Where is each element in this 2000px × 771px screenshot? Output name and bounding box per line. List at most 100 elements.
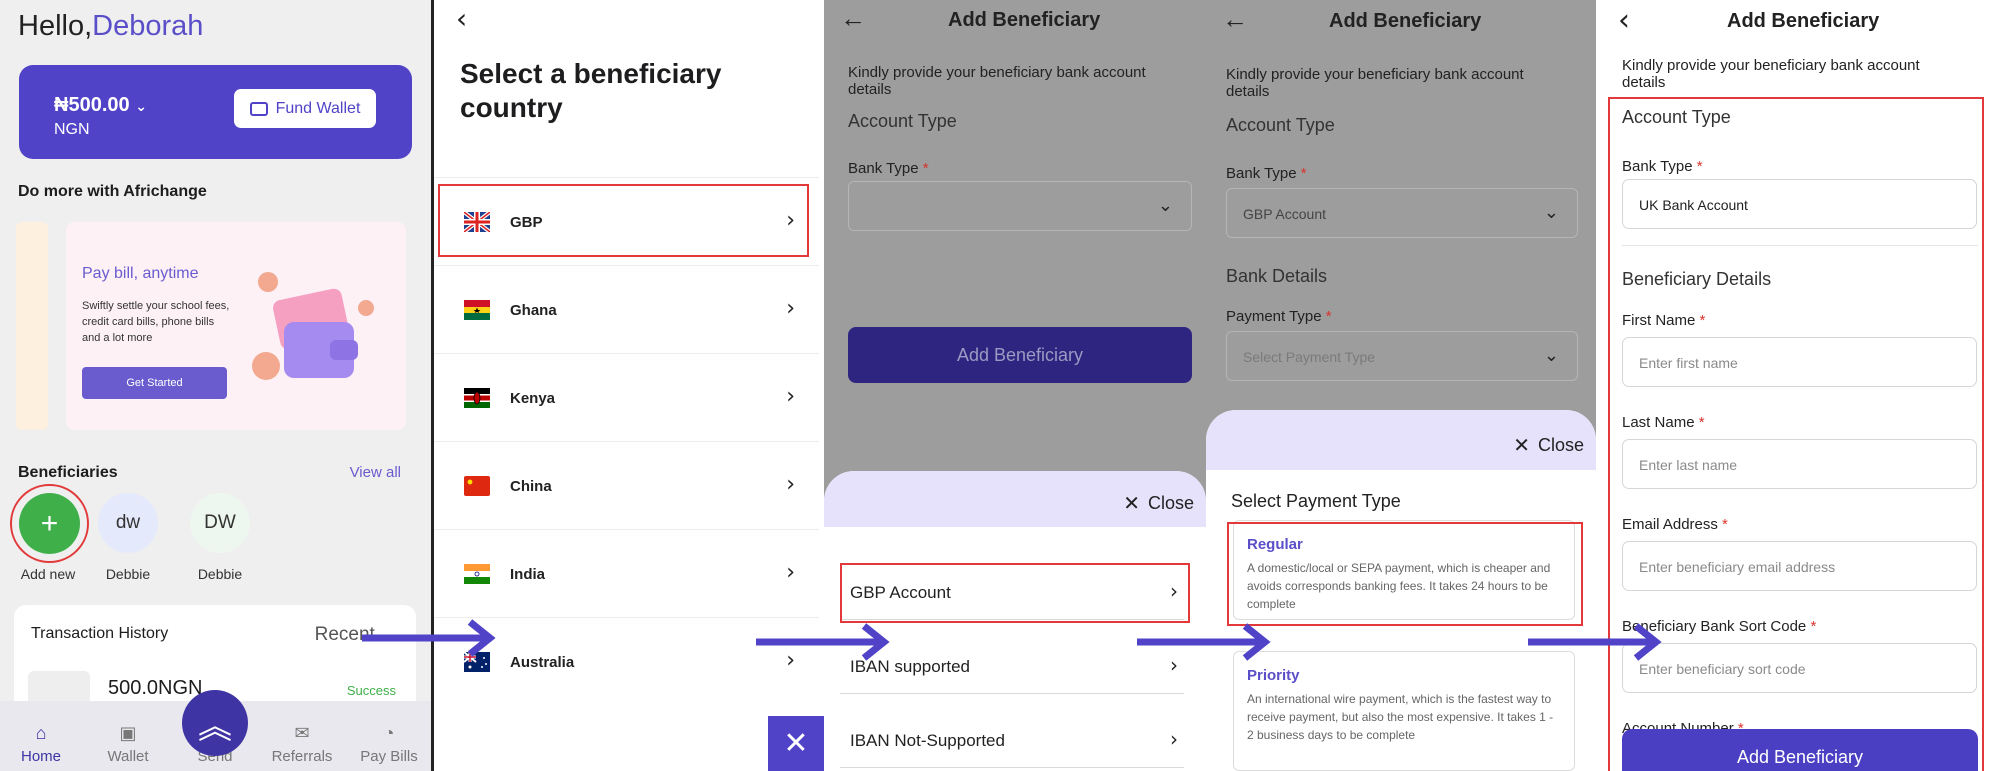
nav-pay-bills[interactable]: ◔ Pay Bills [349, 723, 429, 765]
bank-type-field[interactable]: UK Bank Account [1622, 179, 1977, 229]
country-row[interactable]: China › [434, 441, 819, 529]
chevron-right-icon: › [786, 384, 795, 409]
wallet-illustration-icon [252, 272, 374, 380]
send-button[interactable]: ︽ [182, 690, 248, 756]
page-title: Add Beneficiary [1329, 10, 1482, 32]
payment-type-select[interactable]: Select Payment Type ⌄ [1226, 331, 1578, 381]
greeting: Hello,Deborah [18, 10, 204, 42]
close-button[interactable]: ✕ Close [1123, 491, 1194, 516]
page-title: Select a beneficiary country [460, 58, 722, 123]
highlight-box [1227, 522, 1583, 626]
chevron-right-icon: › [786, 560, 795, 585]
highlight-box [840, 563, 1190, 623]
email-input[interactable]: Enter beneficiary email address [1622, 541, 1977, 591]
page-subtitle: Kindly provide your beneficiary bank acc… [1622, 57, 1920, 91]
last-name-label: Last Name * [1622, 414, 1705, 431]
country-name: India [510, 566, 546, 583]
add-beneficiary-button[interactable]: + [19, 493, 80, 554]
promo-body: Swiftly settle your school fees, credit … [82, 300, 230, 344]
add-beneficiary-button[interactable]: Add Beneficiary [848, 327, 1192, 383]
country-name: Australia [510, 654, 575, 671]
nav-home[interactable]: ⌂ Home [1, 723, 81, 765]
last-name-input[interactable]: Enter last name [1622, 439, 1977, 489]
beneficiary-details-heading: Beneficiary Details [1622, 269, 1772, 289]
account-type-heading: Account Type [848, 111, 957, 131]
promo-card-peek[interactable] [16, 222, 48, 430]
country-name: Kenya [510, 390, 556, 407]
nav-wallet[interactable]: ▣ Wallet [88, 723, 168, 765]
page-subtitle: Kindly provide your beneficiary bank acc… [848, 64, 1146, 98]
beneficiary-avatar[interactable]: dw [98, 493, 158, 553]
nav-referrals[interactable]: ✉ Referrals [262, 723, 342, 765]
fund-wallet-button[interactable]: Fund Wallet [234, 89, 376, 128]
payment-type-option-priority[interactable]: Priority An international wire payment, … [1233, 651, 1575, 771]
add-beneficiary-button[interactable]: Add Beneficiary [1622, 729, 1978, 771]
close-icon: ✕ [1513, 435, 1530, 457]
country-row[interactable]: Ghana › [434, 265, 819, 353]
section-title: Do more with Africhange [18, 183, 207, 200]
sheet-title: Select Payment Type [1231, 491, 1401, 511]
chevron-down-icon: ⌄ [1543, 202, 1559, 223]
get-started-button[interactable]: Get Started [82, 367, 227, 399]
account-type-heading: Account Type [1622, 107, 1731, 127]
close-icon: ✕ [783, 727, 809, 760]
promo-title: Pay bill, anytime [82, 265, 199, 282]
chevron-down-icon: ⌄ [1157, 195, 1173, 216]
back-arrow-icon[interactable]: ‹ [1618, 3, 1630, 38]
chevron-down-icon[interactable]: ⌄ [135, 99, 147, 115]
beneficiary-name: Debbie [105, 566, 151, 582]
india-flag-icon [464, 564, 490, 584]
wallet-card: ₦500.00 ⌄ NGN Fund Wallet [19, 65, 412, 159]
add-new-label: Add new [20, 566, 76, 582]
divider [1622, 245, 1978, 246]
page-title: Add Beneficiary [948, 9, 1101, 31]
beneficiary-name: Debbie [197, 566, 243, 582]
chevron-right-icon: › [1170, 727, 1178, 751]
wallet-balance[interactable]: ₦500.00 ⌄ [54, 94, 147, 117]
bank-type-label: Bank Type * [1622, 158, 1703, 175]
back-arrow-icon[interactable]: ← [1222, 4, 1248, 35]
wallet-currency: NGN [54, 121, 90, 138]
bank-type-sheet: ✕ Close GBP Account › IBAN supported › IBAN… [824, 471, 1206, 771]
wallet-icon: ▣ [119, 723, 137, 743]
bank-details-heading: Bank Details [1226, 266, 1328, 286]
bank-type-select[interactable]: ⌄ [848, 181, 1192, 231]
view-all-link[interactable]: View all [350, 464, 401, 481]
china-flag-icon [464, 476, 490, 496]
transaction-amount: 500.0NGN [108, 677, 203, 699]
bank-type-label: Bank Type * [1226, 165, 1307, 182]
highlight-box [438, 184, 809, 257]
flow-arrow-icon [362, 619, 496, 657]
back-arrow-icon[interactable]: ← [840, 3, 866, 34]
bank-type-label: Bank Type * [848, 160, 929, 177]
chevron-right-icon: › [786, 472, 795, 497]
bank-type-select[interactable]: GBP Account ⌄ [1226, 188, 1578, 238]
country-name: Ghana [510, 302, 557, 319]
back-arrow-icon[interactable]: ‹ [456, 2, 467, 35]
plus-icon: + [40, 506, 59, 540]
transaction-history-title: Transaction History [31, 625, 169, 642]
envelope-icon: ✉ [294, 723, 310, 743]
status-badge: Success [346, 683, 396, 698]
send-chevron-icon: ︽ [198, 707, 232, 746]
close-button[interactable]: ✕ Close [1513, 433, 1584, 458]
country-row[interactable]: Kenya › [434, 353, 819, 441]
flow-arrow-icon [1137, 623, 1271, 661]
chevron-right-icon: › [786, 296, 795, 321]
close-icon: ✕ [1123, 493, 1140, 515]
country-name: China [510, 478, 552, 495]
pie-chart-icon: ◔ [383, 723, 395, 743]
payment-type-label: Payment Type * [1226, 308, 1332, 325]
kenya-flag-icon [464, 388, 490, 408]
first-name-input[interactable]: Enter first name [1622, 337, 1977, 387]
bank-type-option[interactable]: IBAN Not-Supported › [840, 708, 1184, 768]
beneficiary-avatar[interactable]: DW [190, 493, 250, 553]
sort-code-input[interactable]: Enter beneficiary sort code [1622, 643, 1977, 693]
country-row[interactable]: India › [434, 529, 819, 617]
close-button[interactable]: ✕ [768, 716, 824, 771]
account-type-heading: Account Type [1226, 115, 1335, 135]
page-subtitle: Kindly provide your beneficiary bank acc… [1226, 66, 1524, 100]
promo-card[interactable]: Pay bill, anytime Swiftly settle your sc… [66, 222, 406, 430]
payment-type-sheet: ✕ Close Select Payment Type Regular A dom… [1206, 410, 1596, 771]
flow-arrow-icon [1528, 623, 1662, 661]
